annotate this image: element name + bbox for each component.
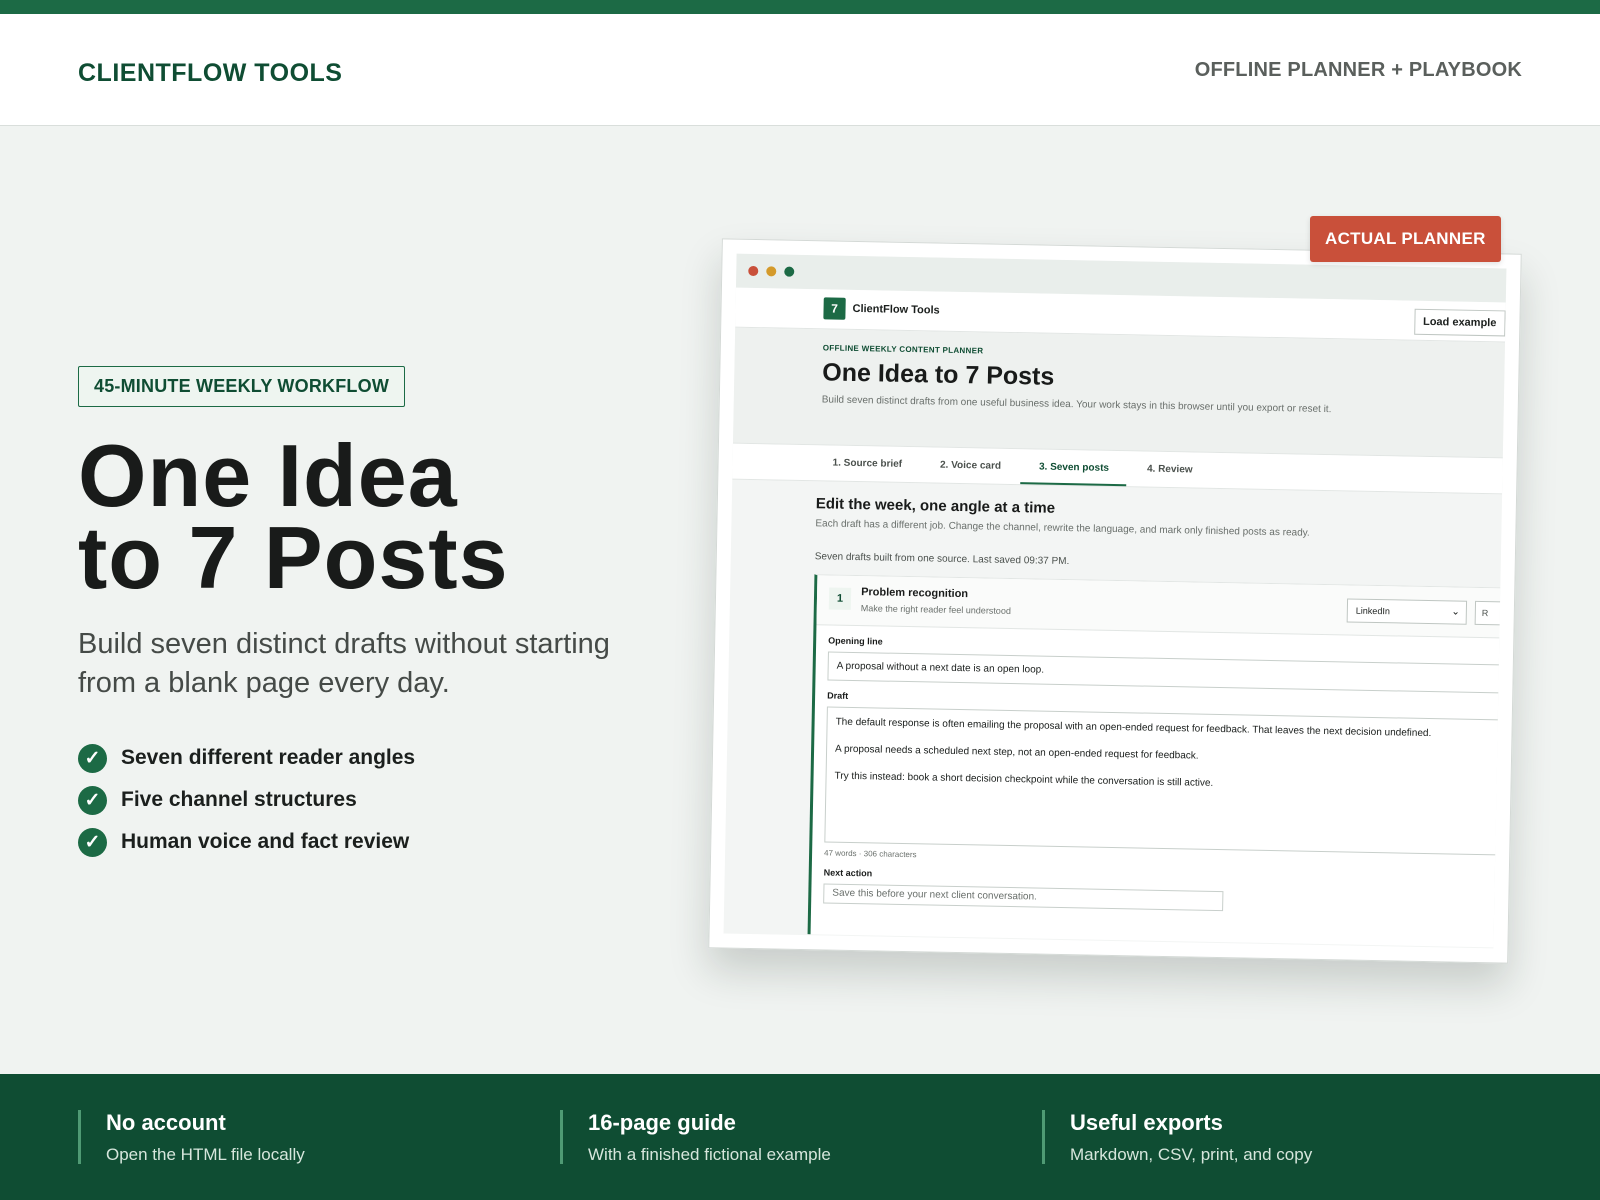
tab-source-brief[interactable]: 1. Source brief (832, 446, 902, 482)
check-icon: ✓ (78, 743, 107, 773)
draft-textarea[interactable]: The default response is often emailing t… (824, 706, 1507, 856)
opening-line-input[interactable]: A proposal without a next date is an ope… (827, 651, 1507, 694)
draft-paragraph: A proposal needs a scheduled next step, … (834, 743, 1199, 762)
next-action-input[interactable]: Save this before your next client conver… (823, 883, 1224, 912)
app-logo-text: ClientFlow Tools (852, 302, 940, 317)
footer-item-title: Useful exports (1070, 1110, 1223, 1135)
app-description: Build seven distinct drafts from one use… (821, 394, 1332, 416)
footer-item-exports: Useful exports Markdown, CSV, print, and… (1042, 1110, 1312, 1164)
browser-window: 7 ClientFlow Tools Load example OFFLINE … (723, 253, 1507, 949)
actual-planner-badge: ACTUAL PLANNER (1310, 216, 1501, 262)
feature-label: Human voice and fact review (121, 830, 410, 853)
post-title: Problem recognition (861, 586, 969, 601)
maximize-dot-icon (784, 266, 795, 277)
planner-screenshot: 7 ClientFlow Tools Load example OFFLINE … (708, 238, 1522, 964)
feature-item: ✓ Five channel structures (78, 779, 638, 821)
minimize-dot-icon (766, 266, 777, 277)
brand-logo[interactable]: CLIENTFLOW TOOLS (78, 59, 342, 88)
feature-item: ✓ Seven different reader angles (78, 737, 638, 779)
footer-item-title: No account (106, 1110, 226, 1135)
footer-item-title: 16-page guide (588, 1110, 736, 1135)
footer-item-desc: Markdown, CSV, print, and copy (1070, 1145, 1313, 1164)
draft-paragraph: Try this instead: book a short decision … (834, 770, 1214, 789)
post-card: 1 Problem recognition Make the right rea… (807, 574, 1507, 948)
workflow-pill: 45-MINUTE WEEKLY WORKFLOW (78, 366, 406, 407)
tab-voice-card[interactable]: 2. Voice card (940, 448, 1002, 484)
channel-select[interactable]: LinkedIn ⌄ (1346, 598, 1468, 625)
post-action-button[interactable]: R (1474, 600, 1506, 626)
hero-section: 45-MINUTE WEEKLY WORKFLOW One Idea to 7 … (78, 366, 638, 863)
tab-review[interactable]: 4. Review (1147, 452, 1193, 488)
hero-title-line2: to 7 Posts (78, 508, 509, 607)
feature-label: Five channel structures (121, 788, 357, 811)
footer-item-desc: With a finished fictional example (588, 1145, 831, 1164)
draft-paragraph: The default response is often emailing t… (835, 716, 1432, 740)
hero-subtitle: Build seven distinct drafts without star… (78, 628, 610, 699)
check-icon: ✓ (78, 785, 107, 815)
footer-item-guide: 16-page guide With a finished fictional … (560, 1110, 831, 1164)
footer-item-no-account: No account Open the HTML file locally (78, 1110, 305, 1164)
feature-label: Seven different reader angles (121, 746, 416, 769)
screenshot-frame: 7 ClientFlow Tools Load example OFFLINE … (708, 238, 1522, 964)
app-title: One Idea to 7 Posts (822, 358, 1055, 391)
channel-value: LinkedIn (1355, 605, 1390, 617)
feature-footer: No account Open the HTML file locally 16… (0, 1074, 1600, 1200)
feature-item: ✓ Human voice and fact review (78, 821, 638, 863)
post-number: 1 (828, 587, 852, 610)
load-example-button[interactable]: Load example (1413, 308, 1506, 337)
app-hero: OFFLINE WEEKLY CONTENT PLANNER One Idea … (732, 327, 1506, 459)
chevron-down-icon: ⌄ (1451, 606, 1460, 618)
header-tagline: OFFLINE PLANNER + PLAYBOOK (1194, 59, 1522, 81)
tab-seven-posts[interactable]: 3. Seven posts (1020, 449, 1128, 487)
post-subtitle: Make the right reader feel understood (860, 603, 1011, 617)
close-dot-icon (748, 265, 759, 277)
check-icon: ✓ (78, 827, 107, 857)
post-card-header: 1 Problem recognition Make the right rea… (816, 575, 1506, 639)
feature-list: ✓ Seven different reader angles ✓ Five c… (78, 737, 638, 863)
top-accent-bar (0, 0, 1600, 14)
hero-title: One Idea to 7 Posts (78, 432, 638, 602)
footer-item-desc: Open the HTML file locally (106, 1145, 305, 1164)
site-header: CLIENTFLOW TOOLS OFFLINE PLANNER + PLAYB… (0, 14, 1600, 126)
edit-area: Edit the week, one angle at a time Each … (724, 480, 1507, 948)
saved-status: Seven drafts built from one source. Last… (814, 551, 1070, 568)
app-logo-icon: 7 (823, 297, 846, 320)
